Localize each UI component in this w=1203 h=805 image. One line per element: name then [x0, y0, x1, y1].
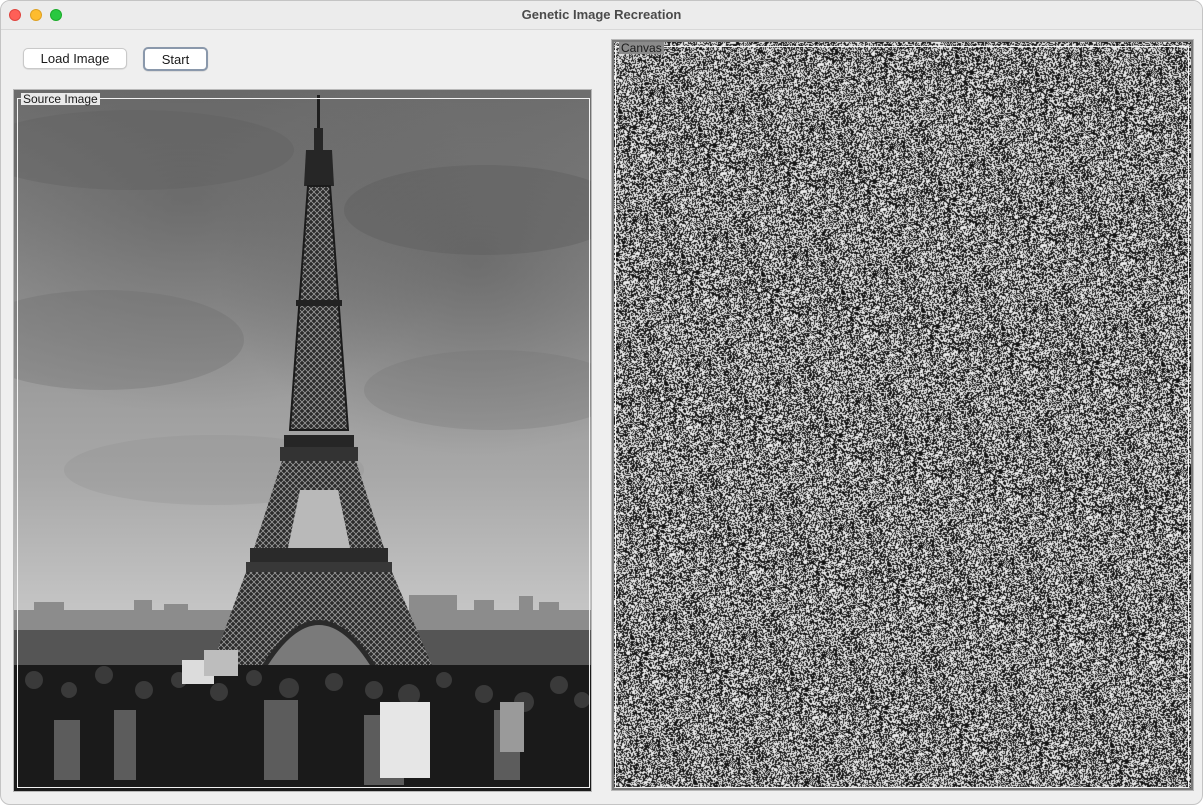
source-image-panel: Source Image — [13, 89, 592, 792]
canvas-panel: Canvas — [611, 39, 1194, 791]
canvas-frame — [615, 46, 1189, 788]
window-title: Genetic Image Recreation — [521, 7, 682, 22]
load-image-button[interactable]: Load Image — [23, 48, 127, 69]
source-frame — [17, 98, 590, 788]
start-button[interactable]: Start — [143, 47, 208, 71]
source-image-label: Source Image — [21, 92, 100, 106]
title-bar[interactable]: Genetic Image Recreation — [1, 1, 1202, 30]
canvas-label: Canvas — [619, 41, 664, 55]
app-window: Genetic Image Recreation Load Image Star… — [0, 0, 1203, 805]
